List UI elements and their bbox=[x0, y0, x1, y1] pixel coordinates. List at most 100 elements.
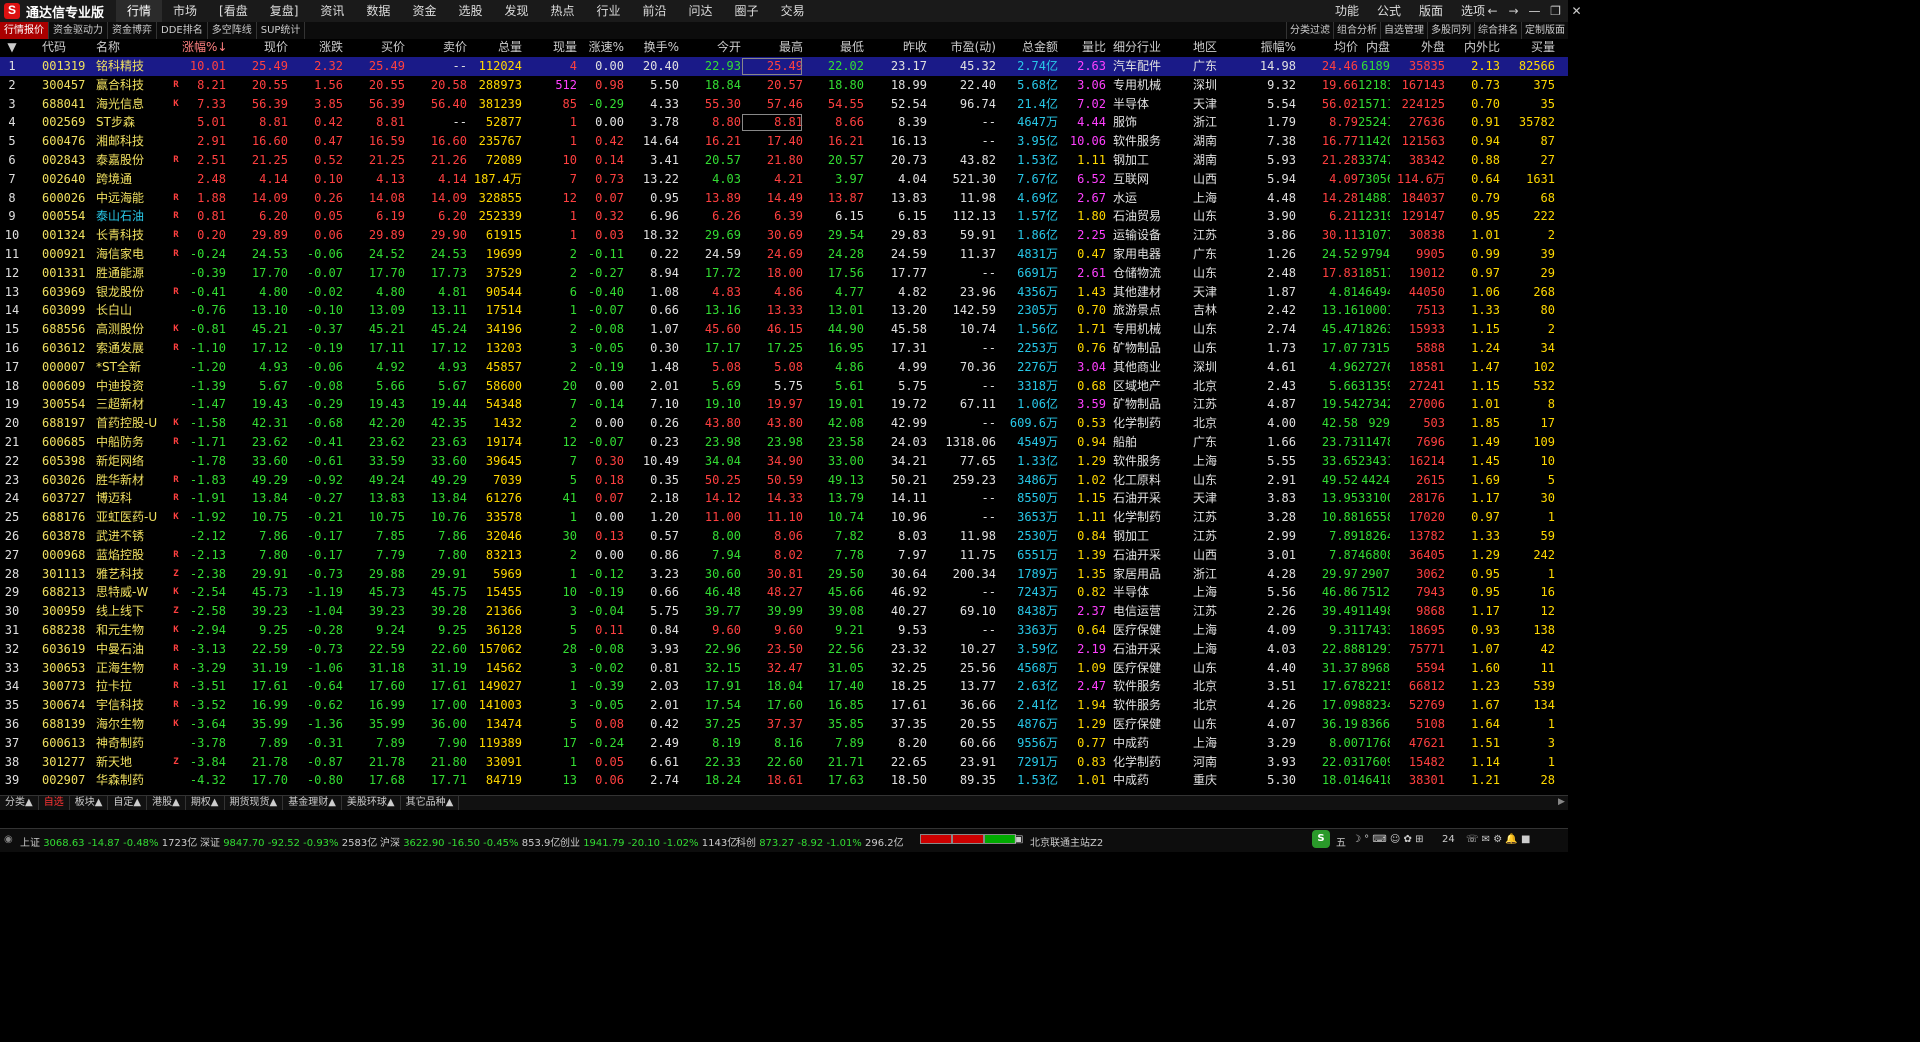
menu-item[interactable]: 复盘] bbox=[259, 0, 310, 22]
bottom-tab[interactable]: 期货现货▲ bbox=[225, 796, 284, 810]
column-header[interactable]: 卖价 bbox=[405, 39, 467, 56]
input-method-icon[interactable]: S bbox=[1312, 830, 1330, 848]
menu-item[interactable]: 问达 bbox=[678, 0, 724, 22]
table-row[interactable]: 31 688238 和元生物 K -2.94 9.25 -0.28 9.24 9.25 36128… bbox=[0, 621, 1568, 640]
table-row[interactable]: 30 300959 线上线下 Z -2.58 39.23 -1.04 39.23 39.28 21… bbox=[0, 602, 1568, 621]
table-row[interactable]: 11 000921 海信家电 R -0.24 24.53 -0.06 24.52 24.53 19… bbox=[0, 245, 1568, 264]
table-row[interactable]: 35 300674 宇信科技 R -3.52 16.99 -0.62 16.99 17.00 14… bbox=[0, 696, 1568, 715]
table-row[interactable]: 2 300457 赢合科技 R 8.21 20.55 1.56 20.55 20.58 28897… bbox=[0, 76, 1568, 95]
column-header[interactable]: 内盘 bbox=[1358, 39, 1390, 56]
table-row[interactable]: 28 301113 雅艺科技 Z -2.38 29.91 -0.73 29.88 29.91 59… bbox=[0, 565, 1568, 584]
bottom-tab[interactable]: 自定▲ bbox=[108, 796, 148, 810]
bottom-tab[interactable]: 期权▲ bbox=[186, 796, 225, 810]
menu-item[interactable]: 版面 bbox=[1410, 0, 1452, 22]
bottom-tab[interactable]: 分类▲ bbox=[0, 796, 39, 810]
menu-item[interactable]: 热点 bbox=[539, 0, 585, 22]
table-row[interactable]: 6 002843 泰嘉股份 R 2.51 21.25 0.52 21.25 21.26 72089… bbox=[0, 151, 1568, 170]
column-header[interactable]: 外盘 bbox=[1390, 39, 1445, 56]
column-header[interactable]: 均价 bbox=[1296, 39, 1358, 56]
tool-tab[interactable]: 综合排名 bbox=[1474, 22, 1521, 39]
table-row[interactable]: 19 300554 三超新材 -1.47 19.43 -0.29 19.43 19.44 543… bbox=[0, 395, 1568, 414]
menu-item[interactable]: 功能 bbox=[1326, 0, 1368, 22]
menu-item[interactable]: 发现 bbox=[493, 0, 539, 22]
column-header[interactable]: 细分行业 bbox=[1113, 39, 1188, 56]
column-header[interactable]: 买量 bbox=[1500, 39, 1555, 56]
column-header[interactable]: 买价 bbox=[343, 39, 405, 56]
menu-item[interactable]: 圈子 bbox=[724, 0, 770, 22]
table-row[interactable]: 15 688556 高测股份 K -0.81 45.21 -0.37 45.21 45.24 34… bbox=[0, 320, 1568, 339]
table-row[interactable]: 12 001331 胜通能源 -0.39 17.70 -0.07 17.70 17.73 375… bbox=[0, 264, 1568, 283]
column-header[interactable]: 现价 bbox=[226, 39, 288, 56]
scroll-right-icon[interactable]: ▶ bbox=[1558, 797, 1565, 807]
tool-tab[interactable]: 多股同列 bbox=[1427, 22, 1474, 39]
ime-mode[interactable]: 五 bbox=[1336, 834, 1346, 849]
menu-item[interactable]: 交易 bbox=[770, 0, 816, 22]
table-row[interactable]: 25 688176 亚虹医药-U K -1.92 10.75 -0.21 10.75 10.76… bbox=[0, 508, 1568, 527]
table-row[interactable]: 8 600026 中远海能 R 1.88 14.09 0.26 14.08 14.09 32885… bbox=[0, 189, 1568, 208]
menu-item[interactable]: 行业 bbox=[586, 0, 632, 22]
column-header[interactable]: 换手% bbox=[624, 39, 679, 56]
tool-tab[interactable]: 定制版面 bbox=[1521, 22, 1568, 39]
bottom-tab[interactable]: 基金理财▲ bbox=[283, 796, 342, 810]
tool-tab[interactable]: 分类过滤 bbox=[1286, 22, 1333, 39]
menu-item[interactable]: 行情 bbox=[116, 0, 163, 22]
column-header[interactable]: 涨跌 bbox=[288, 39, 343, 56]
forward-icon[interactable]: → bbox=[1503, 0, 1524, 22]
column-header[interactable]: 今开 bbox=[679, 39, 741, 56]
table-row[interactable]: 13 603969 银龙股份 R -0.41 4.80 -0.02 4.80 4.81 90544… bbox=[0, 283, 1568, 302]
column-header[interactable]: 总量 bbox=[467, 39, 522, 56]
menu-item[interactable]: 资讯 bbox=[309, 0, 355, 22]
table-row[interactable]: 32 603619 中曼石油 R -3.13 22.59 -0.73 22.59 22.60 15… bbox=[0, 640, 1568, 659]
table-row[interactable]: 14 603099 长白山 -0.76 13.10 -0.10 13.09 13.11 1751… bbox=[0, 301, 1568, 320]
bottom-tab[interactable]: 板块▲ bbox=[70, 796, 109, 810]
table-row[interactable]: 34 300773 拉卡拉 R -3.51 17.61 -0.64 17.60 17.61 149… bbox=[0, 677, 1568, 696]
index-cy[interactable]: 创业 1941.79 -20.10 -1.02% 1143亿 bbox=[560, 834, 737, 849]
tab[interactable]: 多空阵线 bbox=[208, 22, 257, 39]
column-header[interactable]: 代码 bbox=[42, 39, 92, 56]
minimize-icon[interactable]: — bbox=[1524, 0, 1545, 22]
column-header[interactable]: 振幅% bbox=[1240, 39, 1296, 56]
column-header[interactable]: 涨速% bbox=[577, 39, 624, 56]
menu-item[interactable]: 数据 bbox=[355, 0, 401, 22]
back-icon[interactable]: ← bbox=[1482, 0, 1503, 22]
column-header[interactable]: 名称 bbox=[96, 39, 170, 56]
tab[interactable]: DDE排名 bbox=[157, 22, 208, 39]
close-icon[interactable]: ✕ bbox=[1566, 0, 1587, 22]
menu-item[interactable]: 资金 bbox=[401, 0, 447, 22]
menu-item[interactable]: 前沿 bbox=[632, 0, 678, 22]
table-row[interactable]: 33 300653 正海生物 R -3.29 31.19 -1.06 31.18 31.19 14… bbox=[0, 659, 1568, 678]
table-row[interactable]: 18 000609 中迪投资 -1.39 5.67 -0.08 5.66 5.67 58600 2… bbox=[0, 377, 1568, 396]
column-header[interactable]: ▼ bbox=[0, 39, 24, 56]
bottom-tab[interactable]: 其它品种▲ bbox=[401, 796, 460, 810]
table-row[interactable]: 20 688197 首药控股-U K -1.58 42.31 -0.68 42.20 42.35… bbox=[0, 414, 1568, 433]
menu-item[interactable]: [看盘 bbox=[208, 0, 259, 22]
menu-item[interactable]: 公式 bbox=[1368, 0, 1410, 22]
table-row[interactable]: 24 603727 博迈科 R -1.91 13.84 -0.27 13.83 13.84 612… bbox=[0, 489, 1568, 508]
menu-item[interactable]: 选股 bbox=[447, 0, 493, 22]
column-header[interactable]: 市盈(动) bbox=[927, 39, 996, 56]
table-row[interactable]: 4 002569 ST步森 5.01 8.81 0.42 8.81 -- 52877 1 0.00 3… bbox=[0, 113, 1568, 132]
column-header[interactable] bbox=[170, 39, 182, 56]
column-header[interactable]: 量比 bbox=[1058, 39, 1106, 56]
column-header[interactable]: 内外比 bbox=[1445, 39, 1500, 56]
table-row[interactable]: 23 603026 胜华新材 R -1.83 49.29 -0.92 49.24 49.29 70… bbox=[0, 471, 1568, 490]
tab[interactable]: 资金驱动力 bbox=[49, 22, 108, 39]
server-name[interactable]: 北京联通主站Z2 bbox=[1030, 834, 1103, 849]
tool-tab[interactable]: 自选管理 bbox=[1380, 22, 1427, 39]
table-row[interactable]: 37 600613 神奇制药 -3.78 7.89 -0.31 7.89 7.90 119389… bbox=[0, 734, 1568, 753]
table-row[interactable]: 26 603878 武进不锈 -2.12 7.86 -0.17 7.85 7.86 32046 3… bbox=[0, 527, 1568, 546]
tab[interactable]: 资金博弈 bbox=[108, 22, 157, 39]
table-row[interactable]: 10 001324 长青科技 R 0.20 29.89 0.06 29.89 29.90 6191… bbox=[0, 226, 1568, 245]
restore-icon[interactable]: ❐ bbox=[1545, 0, 1566, 22]
table-row[interactable]: 21 600685 中船防务 R -1.71 23.62 -0.41 23.62 23.63 19… bbox=[0, 433, 1568, 452]
tool-tab[interactable]: 组合分析 bbox=[1333, 22, 1380, 39]
table-row[interactable]: 36 688139 海尔生物 K -3.64 35.99 -1.36 35.99 36.00 13… bbox=[0, 715, 1568, 734]
column-header[interactable]: 昨收 bbox=[864, 39, 927, 56]
tab[interactable]: SUP统计 bbox=[257, 22, 306, 39]
table-row[interactable]: 16 603612 索通发展 R -1.10 17.12 -0.19 17.11 17.12 13… bbox=[0, 339, 1568, 358]
menu-item[interactable]: 市场 bbox=[162, 0, 208, 22]
column-header[interactable]: 地区 bbox=[1193, 39, 1240, 56]
table-row[interactable]: 17 000007 *ST全新 -1.20 4.93 -0.06 4.92 4.93 45857… bbox=[0, 358, 1568, 377]
bottom-tab[interactable]: 美股环球▲ bbox=[342, 796, 401, 810]
index-sz[interactable]: 深证 9847.70 -92.52 -0.93% 2583亿 bbox=[200, 834, 377, 849]
